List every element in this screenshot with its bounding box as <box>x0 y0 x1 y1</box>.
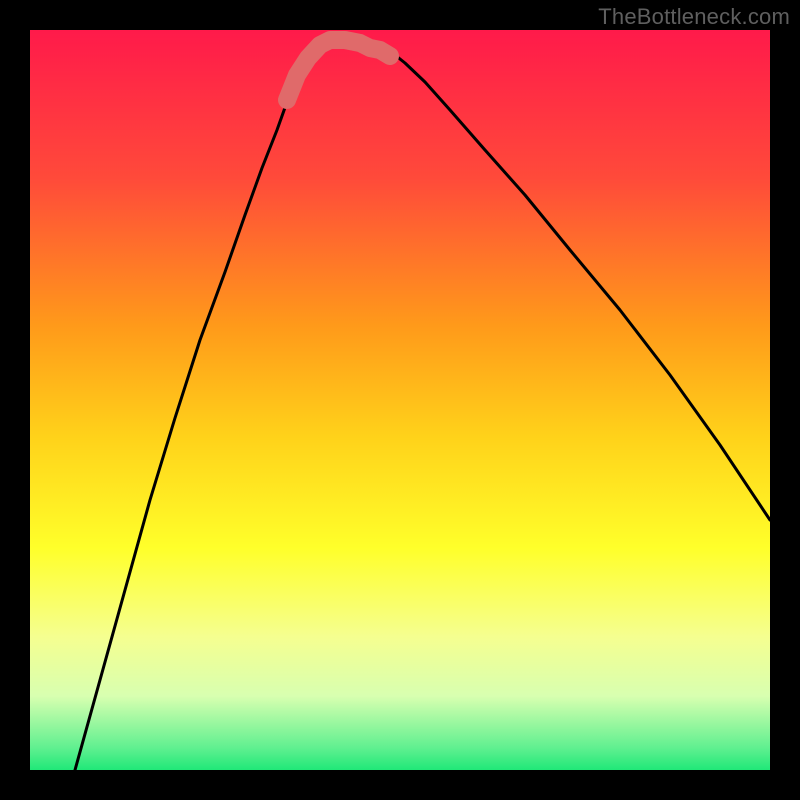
chart-plot-area <box>30 30 770 770</box>
watermark-text: TheBottleneck.com <box>598 4 790 30</box>
gradient-background <box>30 30 770 770</box>
chart-frame: TheBottleneck.com <box>0 0 800 800</box>
chart-canvas <box>30 30 770 770</box>
